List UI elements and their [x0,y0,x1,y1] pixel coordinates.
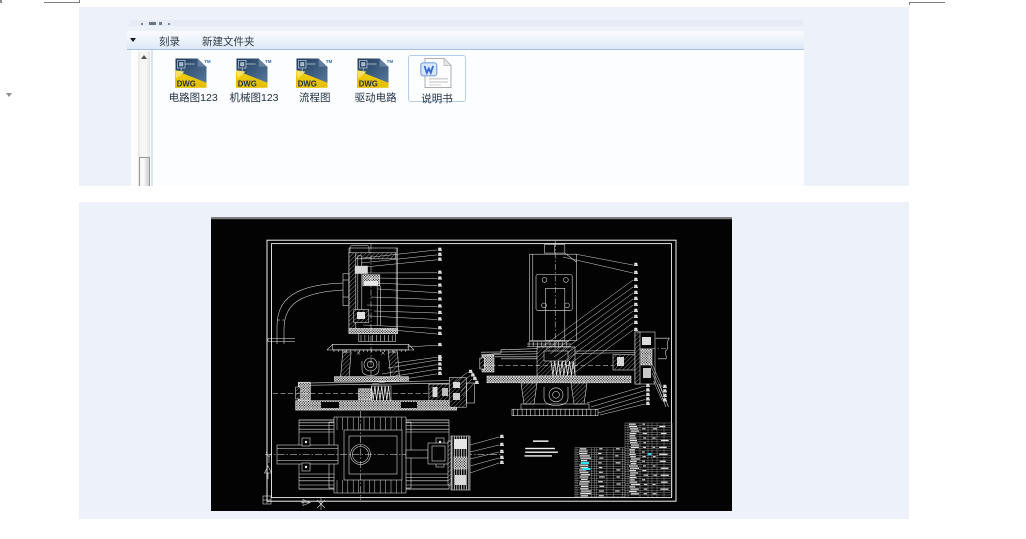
svg-text:DWG: DWG [298,80,317,88]
svg-text:DWG: DWG [176,80,195,88]
svg-text:DWG: DWG [359,80,378,88]
svg-text:DWG: DWG [237,80,256,88]
